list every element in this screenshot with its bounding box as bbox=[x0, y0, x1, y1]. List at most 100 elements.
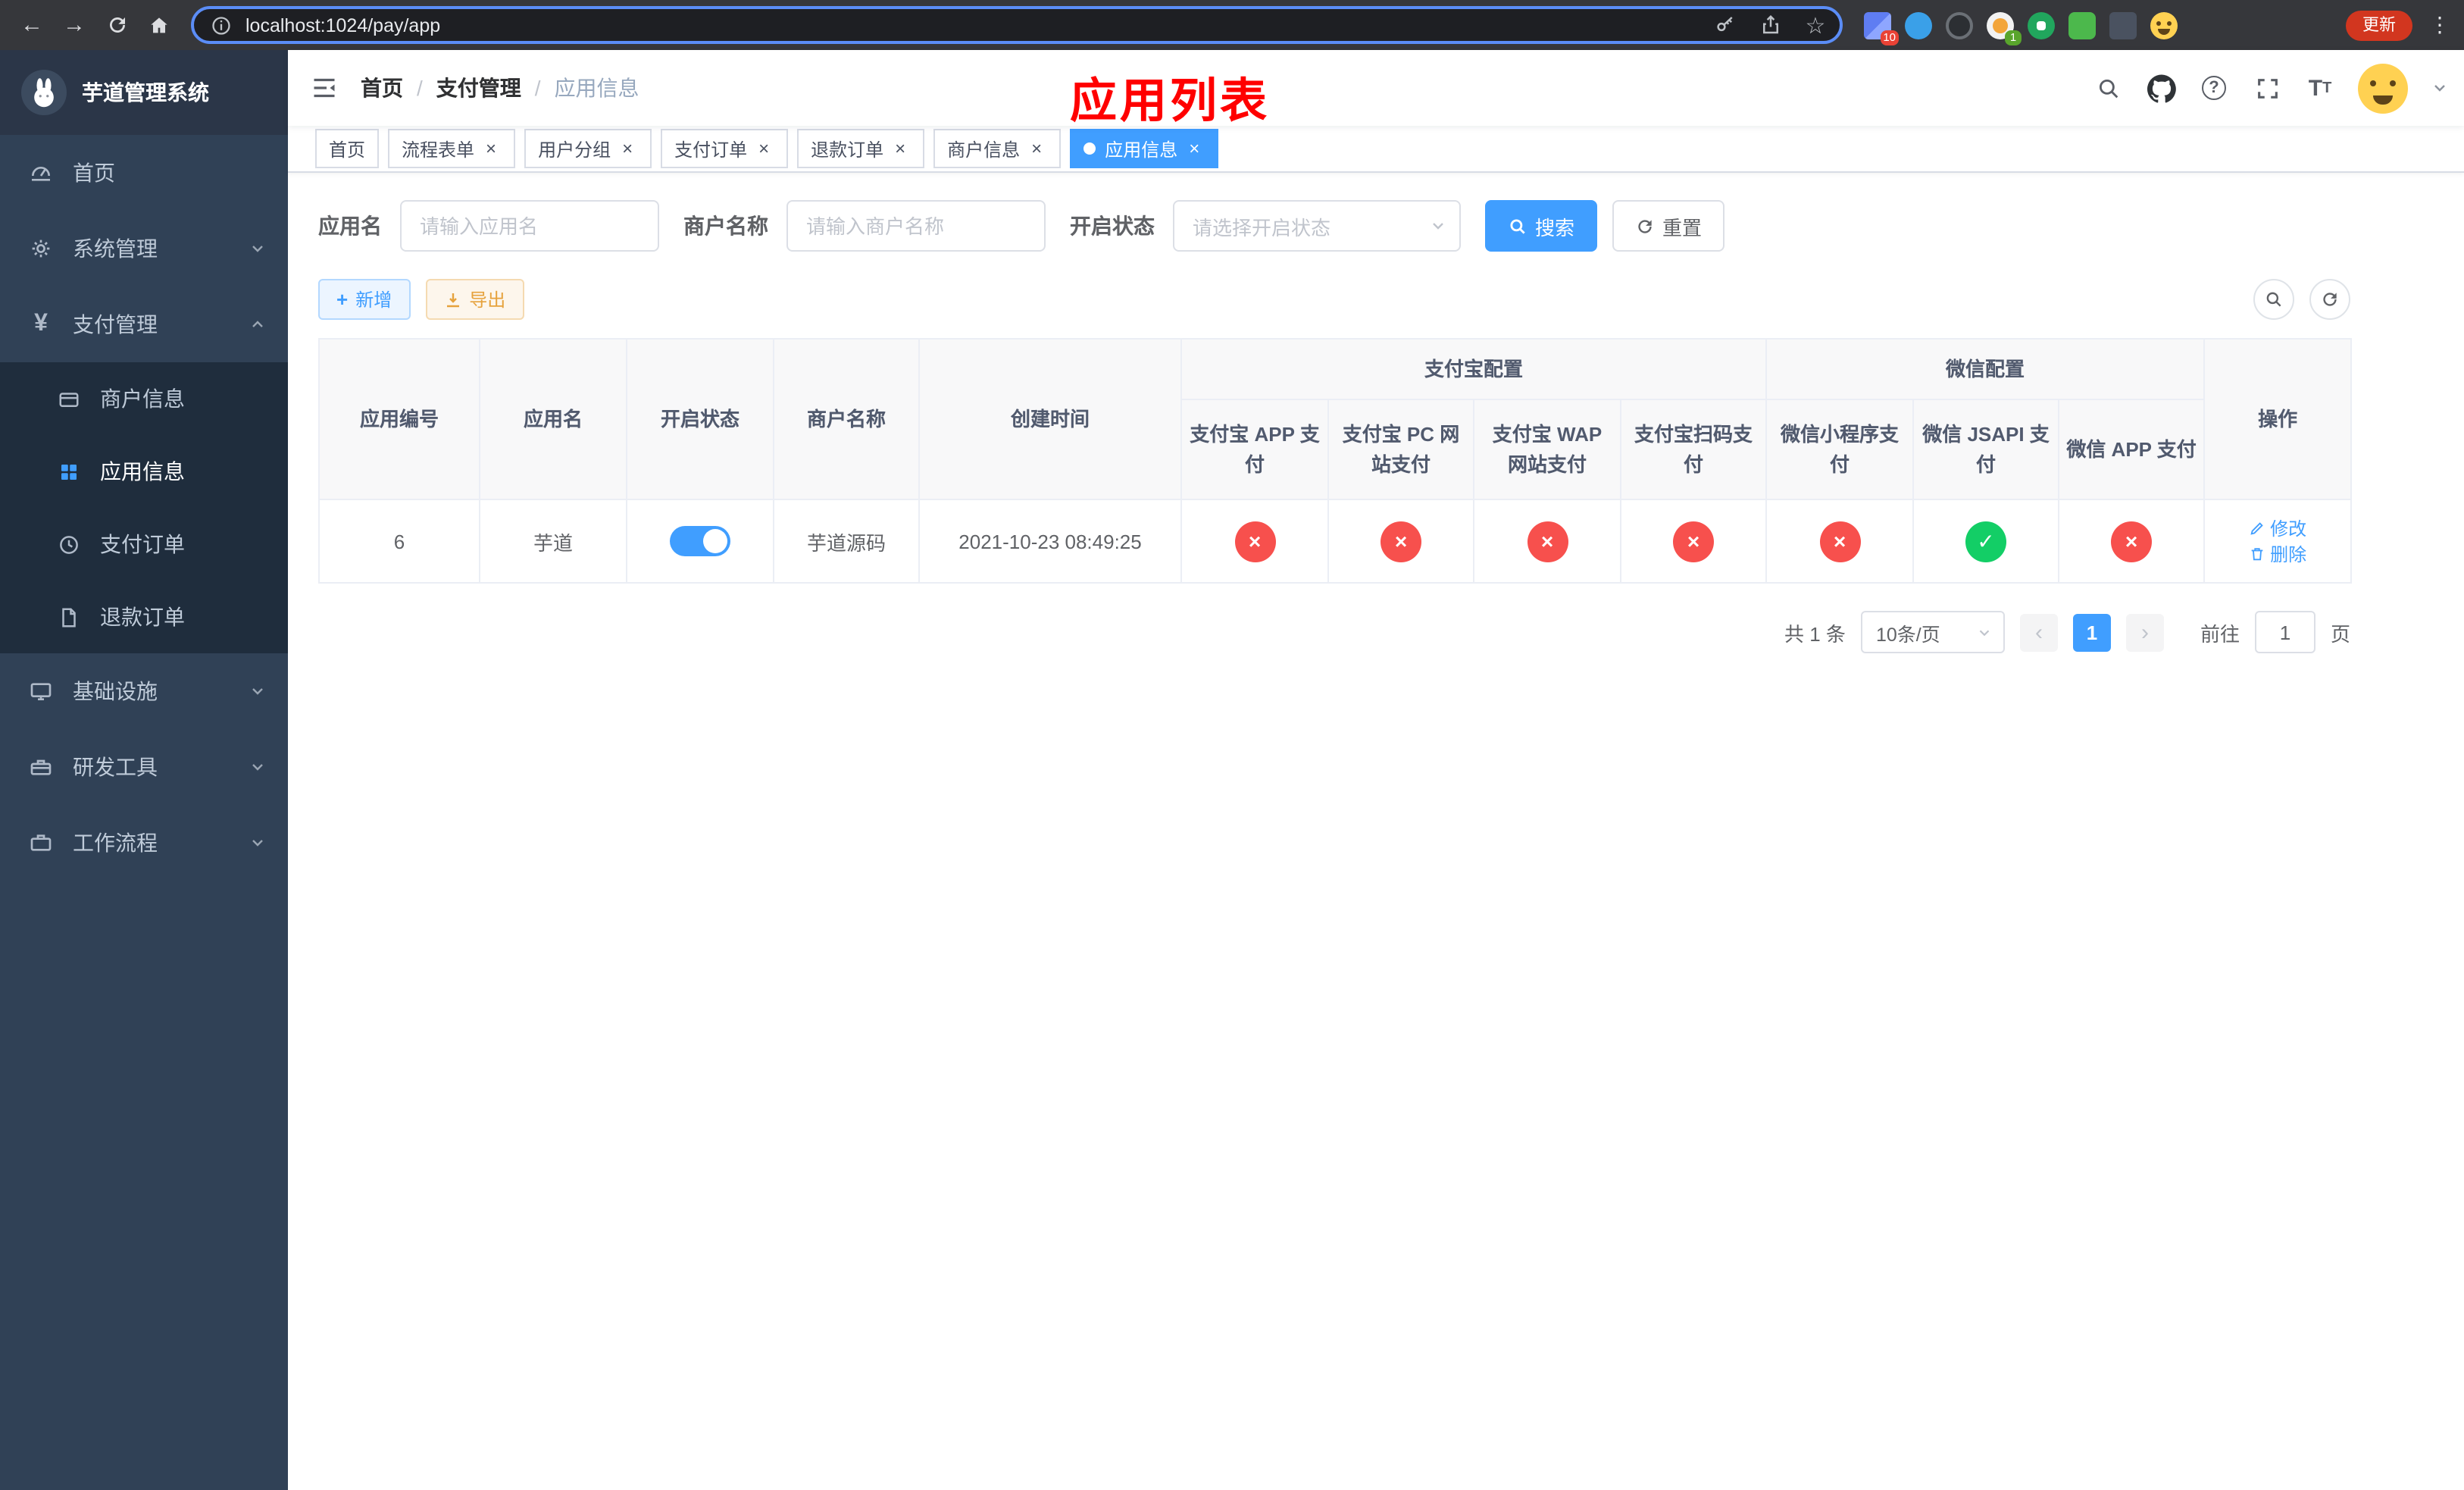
tab-process-form[interactable]: 流程表单 × bbox=[388, 129, 516, 168]
page-info-icon[interactable] bbox=[209, 8, 233, 42]
extension-icon-green-circle[interactable] bbox=[2028, 11, 2055, 39]
sidebar-item-merchant-info[interactable]: 商户信息 bbox=[0, 362, 288, 435]
tab-pay-order[interactable]: 支付订单 × bbox=[661, 129, 789, 168]
sidebar-toggle-button[interactable] bbox=[288, 50, 361, 126]
col-actions: 操作 bbox=[2203, 338, 2353, 500]
sidebar-item-workflow[interactable]: 工作流程 bbox=[0, 805, 288, 881]
browser-back-button[interactable]: ← bbox=[12, 5, 52, 45]
sidebar-item-app-info[interactable]: 应用信息 bbox=[0, 435, 288, 508]
next-page-button[interactable]: › bbox=[2125, 613, 2164, 651]
trash-icon bbox=[2249, 546, 2265, 562]
search-icon[interactable] bbox=[2093, 73, 2123, 103]
sidebar-item-home[interactable]: 首页 bbox=[0, 135, 288, 211]
delete-link[interactable]: 删除 bbox=[2249, 541, 2306, 567]
status-icon-wx-app: × bbox=[2111, 521, 2153, 562]
breadcrumb-payment[interactable]: 支付管理 bbox=[436, 73, 521, 103]
extension-icon-tiles[interactable]: 10 bbox=[1864, 11, 1899, 45]
address-bar[interactable]: localhost:1024/pay/app ☆ bbox=[191, 6, 1843, 44]
sidebar-item-system[interactable]: 系统管理 bbox=[0, 211, 288, 286]
tab-refund-order[interactable]: 退款订单 × bbox=[797, 129, 925, 168]
browser-toolbar: ← → localhost:1024/pay/app ☆ 10 1 更新 ⋮ bbox=[0, 0, 2464, 50]
avatar-caret-icon[interactable] bbox=[2431, 79, 2449, 97]
breadcrumb-separator: / bbox=[417, 76, 423, 100]
share-icon[interactable] bbox=[1753, 8, 1787, 42]
edit-link[interactable]: 修改 bbox=[2249, 515, 2306, 541]
close-icon[interactable]: × bbox=[1026, 138, 1047, 159]
extension-icon-blue[interactable] bbox=[1905, 11, 1932, 39]
browser-menu-icon[interactable]: ⋮ bbox=[2428, 12, 2452, 38]
browser-update-button[interactable]: 更新 bbox=[2346, 10, 2412, 40]
bookmark-star-icon[interactable]: ☆ bbox=[1799, 8, 1832, 42]
page-size-select[interactable]: 10条/页 bbox=[1860, 611, 2005, 653]
help-icon[interactable]: ? bbox=[2199, 73, 2229, 103]
enable-toggle[interactable] bbox=[670, 526, 730, 556]
user-avatar[interactable] bbox=[2358, 63, 2408, 113]
browser-home-button[interactable] bbox=[139, 5, 179, 45]
github-icon[interactable] bbox=[2146, 73, 2176, 103]
col-wx-jsapi: 微信 JSAPI 支付 bbox=[1912, 399, 2060, 500]
col-app-id: 应用编号 bbox=[318, 338, 480, 500]
chevron-down-icon bbox=[249, 239, 267, 258]
chevron-down-icon bbox=[1976, 624, 1993, 640]
tab-home[interactable]: 首页 bbox=[315, 129, 380, 168]
breadcrumb-home[interactable]: 首页 bbox=[361, 73, 403, 103]
browser-forward-button[interactable]: → bbox=[55, 5, 94, 45]
merchant-name-input[interactable] bbox=[786, 200, 1046, 252]
search-button[interactable]: 搜索 bbox=[1485, 200, 1598, 252]
add-button[interactable]: + 新增 bbox=[318, 279, 411, 320]
sidebar-item-label: 商户信息 bbox=[100, 387, 185, 411]
font-size-icon[interactable]: TT bbox=[2305, 73, 2335, 103]
sidebar-item-label: 应用信息 bbox=[100, 459, 185, 484]
reset-button[interactable]: 重置 bbox=[1612, 200, 1725, 252]
sidebar-item-dev-tools[interactable]: 研发工具 bbox=[0, 729, 288, 805]
total-count: 共 1 条 bbox=[1784, 622, 1846, 645]
fullscreen-icon[interactable] bbox=[2252, 73, 2282, 103]
main-area: 应用列表 首页 / 支付管理 / 应用信息 ? T T 首页 流程表单 × 用户… bbox=[288, 50, 2464, 1490]
goto-page-input[interactable] bbox=[2254, 611, 2315, 653]
close-icon[interactable]: × bbox=[1184, 138, 1205, 159]
close-icon[interactable]: × bbox=[480, 138, 502, 159]
export-button[interactable]: 导出 bbox=[425, 279, 524, 320]
refresh-icon bbox=[2320, 290, 2340, 309]
document-icon bbox=[56, 605, 80, 629]
sidebar-item-payment[interactable]: ¥ 支付管理 bbox=[0, 286, 288, 362]
extension-icon-green-square[interactable] bbox=[2068, 11, 2096, 39]
grid-icon bbox=[56, 459, 80, 484]
chevron-down-icon bbox=[249, 758, 267, 776]
tab-app-info[interactable]: 应用信息 × bbox=[1070, 129, 1219, 168]
extensions-area: 10 1 bbox=[1864, 11, 2334, 45]
sidebar: 芋道管理系统 首页 系统管理 ¥ 支付管理 商户信息 应用信息 支付订单 退款订… bbox=[0, 50, 288, 1490]
show-search-button[interactable] bbox=[2253, 279, 2294, 320]
sidebar-item-label: 退款订单 bbox=[100, 605, 185, 629]
status-icon-alipay-app: × bbox=[1234, 521, 1275, 562]
prev-page-button[interactable]: ‹ bbox=[2019, 613, 2058, 651]
extension-icon-face[interactable] bbox=[2150, 11, 2178, 39]
app-logo[interactable]: 芋道管理系统 bbox=[0, 50, 288, 135]
sidebar-item-label: 工作流程 bbox=[73, 831, 158, 855]
extension-icon-badge1[interactable]: 1 bbox=[1987, 11, 2022, 45]
close-icon[interactable]: × bbox=[890, 138, 911, 159]
browser-reload-button[interactable] bbox=[97, 5, 136, 45]
tab-merchant-info[interactable]: 商户信息 × bbox=[933, 129, 1062, 168]
app-name-input[interactable] bbox=[400, 200, 659, 252]
extension-icon-dark[interactable] bbox=[1946, 11, 1973, 39]
apps-table: 应用编号 应用名 开启状态 商户名称 创建时间 支付宝配置 微信配置 操作 支付… bbox=[318, 338, 2353, 584]
cell-merchant: 芋道源码 bbox=[773, 499, 920, 584]
password-key-icon[interactable] bbox=[1708, 8, 1741, 42]
sidebar-item-infra[interactable]: 基础设施 bbox=[0, 653, 288, 729]
extension-icon-pin[interactable] bbox=[2109, 11, 2137, 39]
app-name-label: 应用名 bbox=[318, 214, 382, 238]
status-select[interactable]: 请选择开启状态 bbox=[1173, 200, 1461, 252]
page-unit-label: 页 bbox=[2330, 622, 2350, 645]
monitor-icon bbox=[29, 679, 53, 703]
sidebar-item-pay-order[interactable]: 支付订单 bbox=[0, 508, 288, 581]
close-icon[interactable]: × bbox=[617, 138, 638, 159]
refresh-table-button[interactable] bbox=[2309, 279, 2350, 320]
sidebar-item-refund-order[interactable]: 退款订单 bbox=[0, 581, 288, 653]
toolbox-icon bbox=[29, 755, 53, 779]
screen: ← → localhost:1024/pay/app ☆ 10 1 更新 ⋮ 芋… bbox=[0, 0, 2464, 1490]
current-page[interactable]: 1 bbox=[2072, 613, 2111, 651]
close-icon[interactable]: × bbox=[753, 138, 774, 159]
page-title: 应用列表 bbox=[1070, 74, 1270, 127]
tab-user-group[interactable]: 用户分组 × bbox=[524, 129, 652, 168]
